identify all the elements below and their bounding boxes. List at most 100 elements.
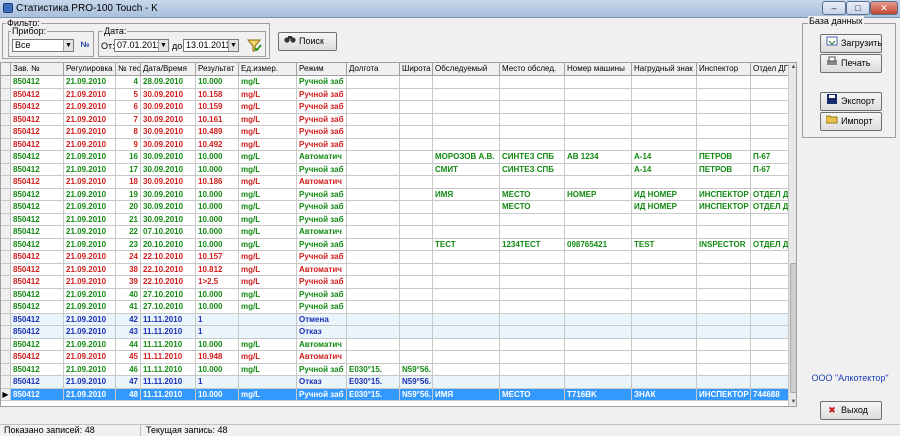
table-cell[interactable] xyxy=(500,213,565,226)
table-cell[interactable] xyxy=(697,276,751,289)
table-cell[interactable]: TEST xyxy=(632,238,697,251)
table-cell[interactable]: 42 xyxy=(116,313,141,326)
table-cell[interactable] xyxy=(697,313,751,326)
exit-button[interactable]: ✖ Выход xyxy=(820,401,882,420)
table-cell[interactable]: 11.11.2010 xyxy=(141,313,196,326)
row-indicator[interactable] xyxy=(1,113,11,126)
table-cell[interactable]: ИД НОМЕР xyxy=(632,188,697,201)
table-cell[interactable]: СИНТЕЗ СПБ xyxy=(500,151,565,164)
row-indicator[interactable] xyxy=(1,176,11,189)
table-row[interactable]: 850412 21.09.2010 5 30.09.2010 10.158 mg/L Руч… xyxy=(1,88,796,101)
table-cell[interactable]: 22.10.2010 xyxy=(141,276,196,289)
table-cell[interactable] xyxy=(632,88,697,101)
chevron-down-icon[interactable]: ▼ xyxy=(158,40,168,51)
table-cell[interactable]: 10.489 xyxy=(196,126,239,139)
table-cell[interactable] xyxy=(400,251,433,264)
table-cell[interactable]: mg/L xyxy=(239,76,297,89)
table-cell[interactable]: 11.11.2010 xyxy=(141,363,196,376)
table-cell[interactable]: mg/L xyxy=(239,351,297,364)
table-cell[interactable]: 17 xyxy=(116,163,141,176)
table-cell[interactable]: 850412 xyxy=(11,201,64,214)
table-cell[interactable]: Автоматич xyxy=(297,351,347,364)
table-cell[interactable] xyxy=(632,363,697,376)
table-cell[interactable]: 850412 xyxy=(11,363,64,376)
table-cell[interactable]: 21.09.2010 xyxy=(64,176,116,189)
table-cell[interactable] xyxy=(697,126,751,139)
table-cell[interactable] xyxy=(433,376,500,389)
table-cell[interactable] xyxy=(565,201,632,214)
table-cell[interactable]: 10.186 xyxy=(196,176,239,189)
table-cell[interactable] xyxy=(433,301,500,314)
table-cell[interactable]: mg/L xyxy=(239,276,297,289)
maximize-button[interactable]: □ xyxy=(846,1,870,15)
table-cell[interactable] xyxy=(565,301,632,314)
date-to-picker[interactable]: 13.01.2011 ▼ xyxy=(183,39,239,52)
table-cell[interactable]: ИД НОМЕР xyxy=(632,201,697,214)
table-cell[interactable]: 21.09.2010 xyxy=(64,126,116,139)
table-cell[interactable]: 850412 xyxy=(11,251,64,264)
table-cell[interactable]: 6 xyxy=(116,101,141,114)
table-cell[interactable] xyxy=(400,301,433,314)
table-cell[interactable]: mg/L xyxy=(239,338,297,351)
table-cell[interactable] xyxy=(400,138,433,151)
table-cell[interactable] xyxy=(347,176,400,189)
table-cell[interactable] xyxy=(697,288,751,301)
table-cell[interactable]: 22.10.2010 xyxy=(141,263,196,276)
table-cell[interactable] xyxy=(500,351,565,364)
table-cell[interactable]: 07.10.2010 xyxy=(141,226,196,239)
row-indicator[interactable] xyxy=(1,88,11,101)
table-cell[interactable] xyxy=(565,263,632,276)
table-cell[interactable] xyxy=(400,151,433,164)
table-cell[interactable] xyxy=(400,226,433,239)
table-cell[interactable] xyxy=(347,326,400,339)
table-cell[interactable]: 21.09.2010 xyxy=(64,201,116,214)
table-cell[interactable]: СИНТЕЗ СПБ xyxy=(500,163,565,176)
table-cell[interactable]: 10.000 xyxy=(196,151,239,164)
table-cell[interactable] xyxy=(500,301,565,314)
table-cell[interactable]: 21.09.2010 xyxy=(64,351,116,364)
table-cell[interactable] xyxy=(347,313,400,326)
table-cell[interactable]: 21.09.2010 xyxy=(64,313,116,326)
table-cell[interactable]: 21.09.2010 xyxy=(64,88,116,101)
table-cell[interactable] xyxy=(565,313,632,326)
table-cell[interactable]: 850412 xyxy=(11,326,64,339)
table-cell[interactable]: ИНСПЕКТОР xyxy=(697,388,751,401)
table-cell[interactable] xyxy=(697,338,751,351)
table-cell[interactable]: mg/L xyxy=(239,363,297,376)
table-cell[interactable]: N59°56. xyxy=(400,388,433,401)
table-row[interactable]: 850412 21.09.2010 23 20.10.2010 10.000 mg/L Ру… xyxy=(1,238,796,251)
table-cell[interactable] xyxy=(400,288,433,301)
table-cell[interactable] xyxy=(697,213,751,226)
table-cell[interactable] xyxy=(347,138,400,151)
row-indicator[interactable] xyxy=(1,376,11,389)
table-cell[interactable]: 21.09.2010 xyxy=(64,251,116,264)
table-cell[interactable] xyxy=(632,376,697,389)
table-cell[interactable] xyxy=(632,251,697,264)
table-cell[interactable]: 21.09.2010 xyxy=(64,263,116,276)
table-cell[interactable]: 8 xyxy=(116,126,141,139)
table-cell[interactable]: 4 xyxy=(116,76,141,89)
table-cell[interactable] xyxy=(565,251,632,264)
table-cell[interactable]: 10.000 xyxy=(196,238,239,251)
table-cell[interactable]: НОМЕР xyxy=(565,188,632,201)
column-header[interactable]: Результат xyxy=(196,63,239,76)
table-cell[interactable]: mg/L xyxy=(239,288,297,301)
table-cell[interactable]: ПЕТРОВ xyxy=(697,151,751,164)
table-cell[interactable] xyxy=(433,326,500,339)
table-cell[interactable] xyxy=(347,288,400,301)
table-cell[interactable]: 850412 xyxy=(11,226,64,239)
table-cell[interactable] xyxy=(632,101,697,114)
table-cell[interactable]: mg/L xyxy=(239,201,297,214)
table-cell[interactable]: Ручной заб xyxy=(297,126,347,139)
table-cell[interactable]: Ручной заб xyxy=(297,101,347,114)
row-indicator[interactable] xyxy=(1,213,11,226)
table-cell[interactable] xyxy=(565,176,632,189)
table-row[interactable]: 850412 21.09.2010 47 11.11.2010 1 Отказ E030°1… xyxy=(1,376,796,389)
column-header[interactable]: Широта xyxy=(400,63,433,76)
table-cell[interactable]: mg/L xyxy=(239,176,297,189)
table-row[interactable]: 850412 21.09.2010 38 22.10.2010 10.812 mg/L Ав… xyxy=(1,263,796,276)
table-cell[interactable] xyxy=(697,326,751,339)
table-cell[interactable]: 22.10.2010 xyxy=(141,251,196,264)
table-cell[interactable]: 21.09.2010 xyxy=(64,163,116,176)
table-row[interactable]: 850412 21.09.2010 41 27.10.2010 10.000 mg/L Ру… xyxy=(1,301,796,314)
